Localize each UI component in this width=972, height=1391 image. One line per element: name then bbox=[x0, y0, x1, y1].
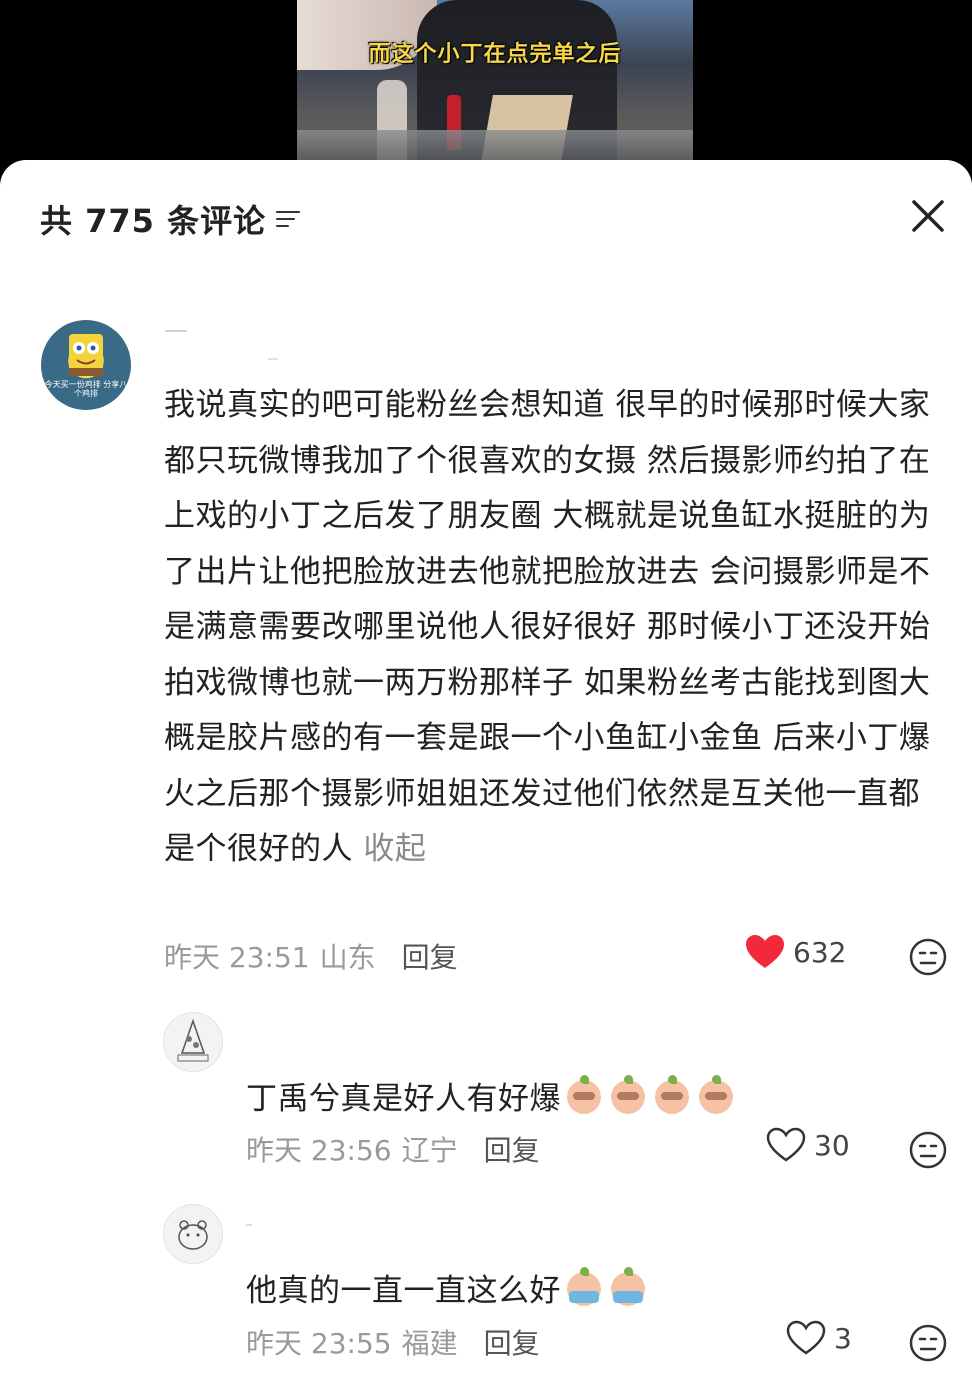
cartoon-bear-icon bbox=[178, 1220, 208, 1250]
username-redacted bbox=[268, 358, 278, 360]
heart-filled-icon bbox=[746, 935, 784, 968]
comment-body: 他真的一直一直这么好 bbox=[246, 1264, 896, 1320]
comment-time: 昨天 23:55 bbox=[246, 1327, 392, 1360]
like-button[interactable]: 30 bbox=[766, 1127, 850, 1163]
comment-body: 我说真实的吧可能粉丝会想知道 很早的时候那时候大家都只玩微博我加了个很喜欢的女摄… bbox=[164, 378, 949, 878]
reply-button[interactable]: 回复 bbox=[484, 1129, 540, 1169]
comment-sheet: 共 775 条评论 今天买一份鸡排 分享八个鸡排 我说真实的吧可能粉丝会想知道 … bbox=[0, 160, 972, 1391]
comment-meta: 昨天 23:51 山东 回复 bbox=[164, 936, 458, 976]
avatar[interactable] bbox=[163, 1204, 223, 1264]
like-count: 632 bbox=[793, 935, 847, 969]
comment-count-title: 共 775 条评论 bbox=[40, 202, 267, 240]
comment-location: 福建 bbox=[401, 1327, 458, 1360]
video-player[interactable]: 而这个小丁在点完单之后 bbox=[297, 0, 693, 162]
like-button[interactable]: 632 bbox=[745, 934, 846, 970]
crying-peach-emoji-icon bbox=[607, 1267, 649, 1307]
heart-outline-icon bbox=[766, 1127, 806, 1162]
heart-outline-icon bbox=[786, 1320, 826, 1355]
comment-time: 昨天 23:51 bbox=[164, 941, 310, 974]
dislike-icon[interactable] bbox=[908, 1130, 948, 1170]
dislike-icon[interactable] bbox=[908, 937, 948, 977]
tree-sketch-icon bbox=[177, 1018, 209, 1062]
like-button[interactable]: 3 bbox=[786, 1320, 852, 1356]
avatar[interactable]: 今天买一份鸡排 分享八个鸡排 bbox=[41, 320, 131, 410]
comment-location: 山东 bbox=[319, 941, 376, 974]
username-redacted bbox=[246, 1224, 252, 1226]
comment-text: 他真的一直一直这么好 bbox=[246, 1273, 561, 1309]
comment-meta: 昨天 23:56 辽宁 回复 bbox=[246, 1129, 540, 1169]
filter-icon[interactable] bbox=[276, 208, 302, 230]
crying-peach-emoji-icon bbox=[563, 1267, 605, 1307]
comment-header: 共 775 条评论 bbox=[40, 196, 302, 242]
dislike-icon[interactable] bbox=[908, 1323, 948, 1363]
comment-time: 昨天 23:56 bbox=[246, 1134, 392, 1167]
like-count: 3 bbox=[834, 1321, 852, 1355]
like-count: 30 bbox=[814, 1128, 850, 1162]
username-redacted bbox=[165, 330, 187, 332]
peach-emoji-icon bbox=[651, 1075, 693, 1115]
close-icon[interactable] bbox=[908, 196, 948, 236]
comment-text: 丁禹兮真是好人有好爆 bbox=[246, 1081, 561, 1117]
peach-emoji-icon bbox=[695, 1075, 737, 1115]
reply-button[interactable]: 回复 bbox=[402, 936, 458, 976]
reply-button[interactable]: 回复 bbox=[484, 1322, 540, 1362]
comment-text: 我说真实的吧可能粉丝会想知道 很早的时候那时候大家都只玩微博我加了个很喜欢的女摄… bbox=[164, 387, 931, 867]
comment-meta: 昨天 23:55 福建 回复 bbox=[246, 1322, 540, 1362]
video-subtitle: 而这个小丁在点完单之后 bbox=[368, 42, 622, 67]
peach-emoji-icon bbox=[563, 1075, 605, 1115]
peach-emoji-icon bbox=[607, 1075, 649, 1115]
avatar[interactable] bbox=[163, 1012, 223, 1072]
comment-location: 辽宁 bbox=[401, 1134, 458, 1167]
avatar-caption: 今天买一份鸡排 分享八个鸡排 bbox=[44, 380, 128, 398]
video-frame-tray bbox=[297, 130, 693, 162]
comment-body: 丁禹兮真是好人有好爆 bbox=[246, 1072, 896, 1128]
collapse-link[interactable]: 收起 bbox=[363, 831, 426, 867]
